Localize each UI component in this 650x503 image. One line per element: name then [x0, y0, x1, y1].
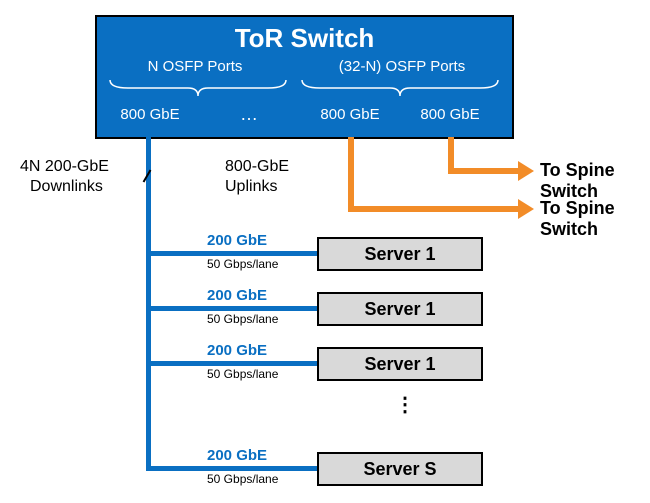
server-speed-3: 200 GbE	[207, 342, 267, 359]
uplinks-label-2: Uplinks	[225, 178, 277, 196]
left-brace-icon	[108, 78, 288, 98]
downlinks-label-1: 4N 200-GbE	[20, 158, 109, 176]
left-port-group-label: N OSFP Ports	[130, 58, 260, 75]
uplinks-label-1: 800-GbE	[225, 158, 289, 176]
speed-label-3: 800 GbE	[410, 106, 490, 123]
uplink-line-left-h	[348, 206, 520, 212]
server-box-s: Server S	[317, 452, 483, 486]
downlink-trunk-line	[146, 137, 151, 471]
server-box-3: Server 1	[317, 347, 483, 381]
right-brace-icon	[300, 78, 500, 98]
uplink-line-left-v	[348, 137, 354, 212]
server-link-2	[151, 306, 317, 311]
spine-dest-1: To Spine Switch	[540, 160, 650, 202]
arrow-icon-1	[518, 161, 534, 181]
spine-dest-2: To Spine Switch	[540, 198, 650, 240]
server-box-1: Server 1	[317, 237, 483, 271]
arrow-icon-2	[518, 199, 534, 219]
server-link-3	[151, 361, 317, 366]
server-link-1	[151, 251, 317, 256]
server-lane-s: 50 Gbps/lane	[207, 472, 278, 486]
speed-label-1: 800 GbE	[110, 106, 190, 123]
right-port-group-label: (32-N) OSFP Ports	[312, 58, 492, 75]
server-ellipsis-icon: ⋮	[395, 392, 417, 417]
ports-ellipsis: …	[240, 104, 258, 125]
server-lane-3: 50 Gbps/lane	[207, 367, 278, 381]
server-lane-2: 50 Gbps/lane	[207, 312, 278, 326]
tor-switch-title: ToR Switch	[97, 23, 512, 54]
server-box-2: Server 1	[317, 292, 483, 326]
speed-label-2: 800 GbE	[310, 106, 390, 123]
server-speed-1: 200 GbE	[207, 232, 267, 249]
server-lane-1: 50 Gbps/lane	[207, 257, 278, 271]
server-link-s	[151, 466, 317, 471]
uplink-line-right-h	[448, 168, 520, 174]
server-speed-2: 200 GbE	[207, 287, 267, 304]
server-speed-s: 200 GbE	[207, 447, 267, 464]
downlinks-label-2: Downlinks	[30, 178, 103, 196]
